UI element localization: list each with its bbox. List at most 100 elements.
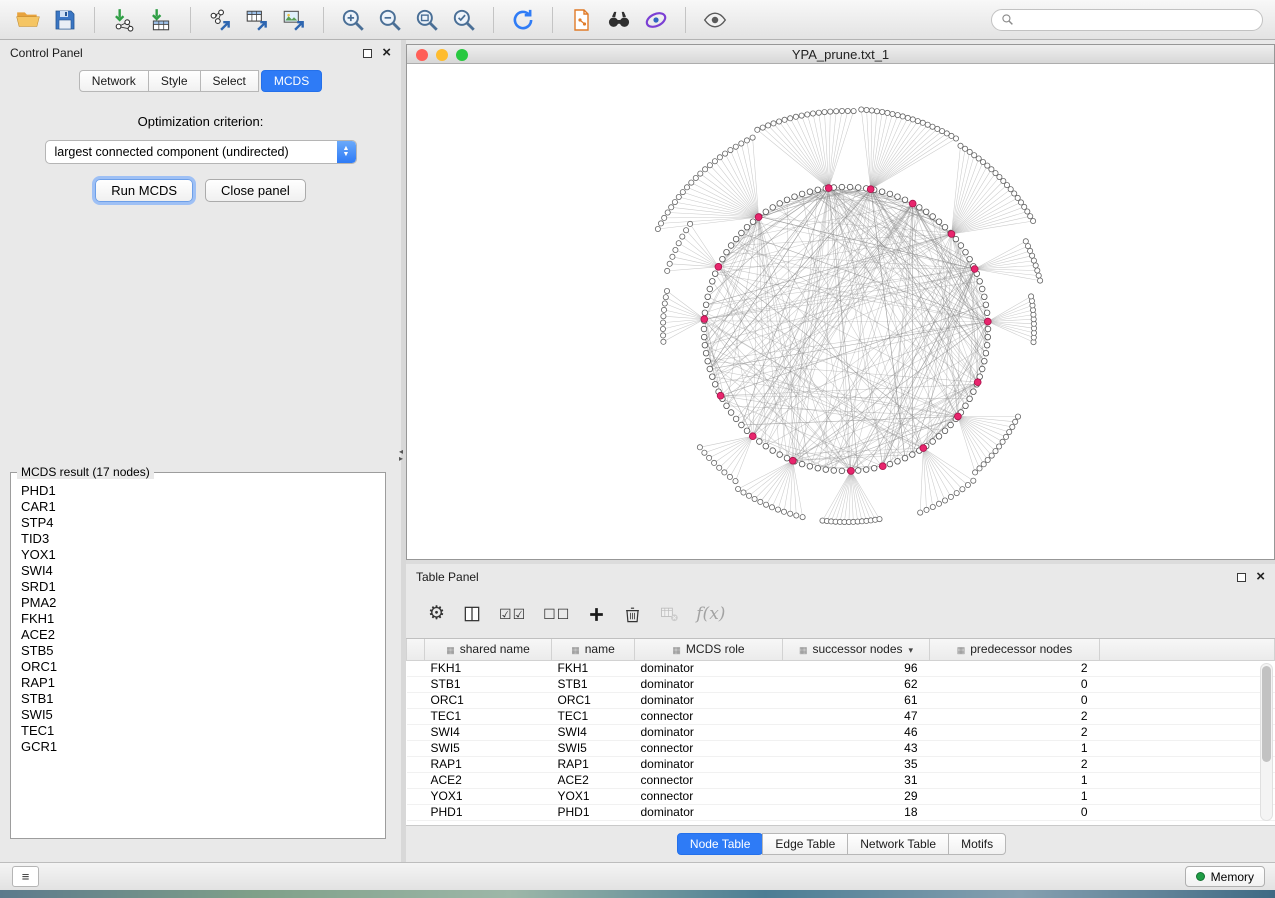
add-column-icon[interactable] — [587, 605, 606, 624]
table-tab-motifs[interactable]: Motifs — [948, 833, 1006, 855]
sort-caret-icon[interactable]: ▾ — [909, 645, 914, 655]
cell-successor-nodes[interactable]: 31 — [783, 772, 930, 788]
deselect-all-icon[interactable]: ☐☐ — [543, 604, 570, 624]
table-row[interactable]: YOX1YOX1connector291 — [407, 788, 1275, 804]
cell-predecessor-nodes[interactable]: 2 — [930, 756, 1100, 772]
cell-successor-nodes[interactable]: 46 — [783, 724, 930, 740]
cell-mcds-role[interactable]: connector — [635, 740, 783, 756]
zoom-fit-button[interactable] — [411, 4, 443, 36]
search-box[interactable] — [991, 9, 1263, 31]
cell-name[interactable]: SWI4 — [552, 724, 635, 740]
tab-network[interactable]: Network — [79, 70, 149, 92]
cell-predecessor-nodes[interactable]: 1 — [930, 740, 1100, 756]
tab-select[interactable]: Select — [200, 70, 259, 92]
cell-shared-name[interactable]: YOX1 — [425, 788, 552, 804]
table-row[interactable]: TEC1TEC1connector472 — [407, 708, 1275, 724]
mcds-result-item[interactable]: PMA2 — [21, 595, 385, 611]
select-all-icon[interactable]: ☑☑ — [499, 604, 526, 624]
tab-mcds[interactable]: MCDS — [261, 70, 322, 92]
table-scrollbar-thumb[interactable] — [1262, 666, 1271, 762]
apply-layout-button[interactable] — [507, 4, 539, 36]
cell-shared-name[interactable]: ACE2 — [425, 772, 552, 788]
network-window-titlebar[interactable]: YPA_prune.txt_1 — [407, 45, 1274, 64]
table-row[interactable]: PHD1PHD1dominator180 — [407, 804, 1275, 820]
cell-successor-nodes[interactable]: 18 — [783, 804, 930, 820]
import-network-button[interactable] — [108, 4, 140, 36]
cell-successor-nodes[interactable]: 47 — [783, 708, 930, 724]
cell-mcds-role[interactable]: dominator — [635, 804, 783, 820]
new-network-from-selection-button[interactable] — [566, 4, 598, 36]
table-row[interactable]: FKH1FKH1dominator962 — [407, 660, 1275, 676]
cell-name[interactable]: ORC1 — [552, 692, 635, 708]
mcds-result-item[interactable]: TEC1 — [21, 723, 385, 739]
zoom-in-button[interactable] — [337, 4, 369, 36]
mcds-result-item[interactable]: SWI5 — [21, 707, 385, 723]
mcds-result-item[interactable]: ORC1 — [21, 659, 385, 675]
mcds-result-item[interactable]: FKH1 — [21, 611, 385, 627]
find-button[interactable] — [603, 4, 635, 36]
cell-shared-name[interactable]: ORC1 — [425, 692, 552, 708]
column-header-shared-name[interactable]: ▦shared name — [425, 639, 552, 660]
graphics-details-button[interactable] — [640, 4, 672, 36]
export-network-button[interactable] — [204, 4, 236, 36]
zoom-selected-button[interactable] — [448, 4, 480, 36]
cell-name[interactable]: RAP1 — [552, 756, 635, 772]
cell-shared-name[interactable]: STB1 — [425, 676, 552, 692]
mcds-result-item[interactable]: SRD1 — [21, 579, 385, 595]
cell-mcds-role[interactable]: dominator — [635, 756, 783, 772]
mcds-result-item[interactable]: YOX1 — [21, 547, 385, 563]
cell-predecessor-nodes[interactable]: 1 — [930, 772, 1100, 788]
run-mcds-button[interactable]: Run MCDS — [95, 179, 193, 202]
zoom-out-button[interactable] — [374, 4, 406, 36]
show-columns-icon[interactable] — [462, 604, 482, 624]
mcds-result-item[interactable]: CAR1 — [21, 499, 385, 515]
cell-predecessor-nodes[interactable]: 0 — [930, 676, 1100, 692]
mcds-result-item[interactable]: GCR1 — [21, 739, 385, 755]
cell-predecessor-nodes[interactable]: 2 — [930, 708, 1100, 724]
table-row[interactable]: ACE2ACE2connector311 — [407, 772, 1275, 788]
cell-name[interactable]: ACE2 — [552, 772, 635, 788]
cell-predecessor-nodes[interactable]: 0 — [930, 804, 1100, 820]
cell-shared-name[interactable]: SWI4 — [425, 724, 552, 740]
table-settings-gear-icon[interactable]: ⚙ — [428, 604, 445, 624]
cell-mcds-role[interactable]: connector — [635, 772, 783, 788]
mcds-result-item[interactable]: SWI4 — [21, 563, 385, 579]
cell-shared-name[interactable]: TEC1 — [425, 708, 552, 724]
cell-predecessor-nodes[interactable]: 2 — [930, 660, 1100, 676]
export-image-button[interactable] — [278, 4, 310, 36]
mcds-result-item[interactable]: RAP1 — [21, 675, 385, 691]
import-table-button[interactable] — [145, 4, 177, 36]
network-canvas[interactable] — [407, 64, 1274, 559]
float-table-panel-icon[interactable] — [1237, 573, 1246, 582]
cell-mcds-role[interactable]: dominator — [635, 676, 783, 692]
status-menu-button[interactable]: ≡ — [12, 866, 39, 887]
cell-mcds-role[interactable]: connector — [635, 708, 783, 724]
mcds-result-item[interactable]: PHD1 — [21, 483, 385, 499]
save-session-button[interactable] — [49, 4, 81, 36]
mcds-result-list[interactable]: PHD1CAR1STP4TID3YOX1SWI4SRD1PMA2FKH1ACE2… — [11, 479, 385, 838]
cell-successor-nodes[interactable]: 62 — [783, 676, 930, 692]
close-panel-icon[interactable]: × — [382, 48, 391, 58]
table-tab-edge-table[interactable]: Edge Table — [762, 833, 848, 855]
cell-successor-nodes[interactable]: 35 — [783, 756, 930, 772]
mcds-result-item[interactable]: TID3 — [21, 531, 385, 547]
delete-column-icon[interactable] — [623, 605, 642, 624]
cell-predecessor-nodes[interactable]: 1 — [930, 788, 1100, 804]
table-tab-network-table[interactable]: Network Table — [847, 833, 949, 855]
table-row[interactable]: ORC1ORC1dominator610 — [407, 692, 1275, 708]
table-row[interactable]: SWI4SWI4dominator462 — [407, 724, 1275, 740]
cell-mcds-role[interactable]: connector — [635, 788, 783, 804]
cell-successor-nodes[interactable]: 29 — [783, 788, 930, 804]
cell-predecessor-nodes[interactable]: 2 — [930, 724, 1100, 740]
cell-successor-nodes[interactable]: 96 — [783, 660, 930, 676]
cell-shared-name[interactable]: SWI5 — [425, 740, 552, 756]
cell-name[interactable]: SWI5 — [552, 740, 635, 756]
column-header-name[interactable]: ▦name — [552, 639, 635, 660]
close-table-panel-icon[interactable]: × — [1256, 572, 1265, 582]
mcds-result-item[interactable]: ACE2 — [21, 627, 385, 643]
table-row[interactable]: STB1STB1dominator620 — [407, 676, 1275, 692]
float-panel-icon[interactable] — [363, 49, 372, 58]
criterion-dropdown[interactable]: largest connected component (undirected)… — [45, 140, 357, 164]
table-scrollbar[interactable] — [1260, 663, 1273, 821]
show-hide-button[interactable] — [699, 4, 731, 36]
